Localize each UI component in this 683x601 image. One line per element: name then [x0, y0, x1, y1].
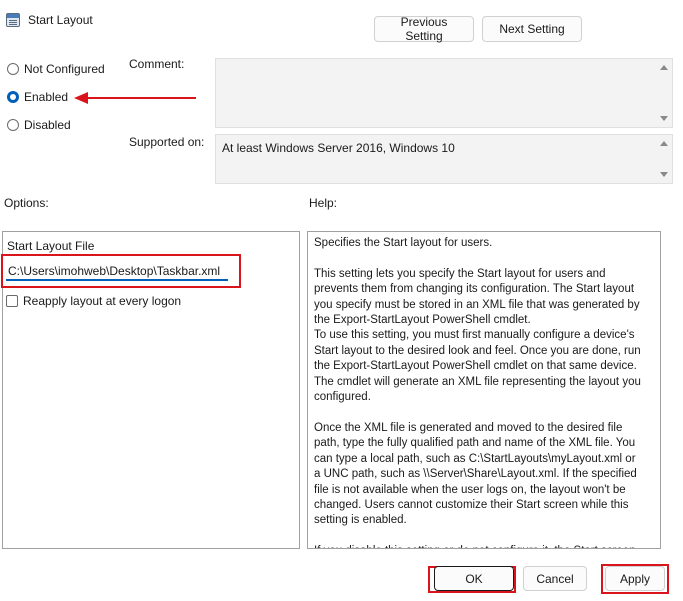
policy-icon — [6, 13, 20, 27]
next-setting-button[interactable]: Next Setting — [482, 16, 582, 42]
comment-textarea[interactable] — [215, 58, 673, 128]
radio-disabled[interactable]: Disabled — [7, 118, 71, 132]
comment-label: Comment: — [129, 57, 185, 71]
help-panel[interactable]: Specifies the Start layout for users. Th… — [307, 231, 661, 549]
start-layout-file-label: Start Layout File — [7, 239, 95, 253]
scroll-up-icon[interactable] — [660, 141, 668, 146]
cancel-button[interactable]: Cancel — [523, 566, 587, 591]
comment-scrollbar[interactable] — [656, 59, 672, 127]
supported-scrollbar[interactable] — [656, 135, 672, 183]
radio-indicator[interactable] — [7, 91, 19, 103]
radio-label: Enabled — [24, 90, 69, 104]
window-title: Start Layout — [28, 13, 93, 27]
apply-button[interactable]: Apply — [605, 566, 665, 591]
radio-enabled[interactable]: Enabled — [7, 90, 68, 104]
checkbox-box[interactable] — [6, 295, 18, 307]
reapply-layout-checkbox[interactable]: Reapply layout at every logon — [6, 294, 181, 308]
radio-label: Not Configured — [24, 62, 105, 76]
help-text: Specifies the Start layout for users. Th… — [314, 237, 641, 548]
radio-not-configured[interactable]: Not Configured — [7, 62, 105, 76]
scroll-up-icon[interactable] — [660, 65, 668, 70]
radio-indicator[interactable] — [7, 119, 19, 131]
scroll-down-icon[interactable] — [660, 172, 668, 177]
start-layout-file-input[interactable]: C:\Users\imohweb\Desktop\Taskbar.xml — [6, 263, 228, 281]
supported-on-label: Supported on: — [129, 135, 205, 149]
annotation-arrow — [74, 92, 196, 104]
radio-label: Disabled — [24, 118, 71, 132]
previous-setting-button[interactable]: Previous Setting — [374, 15, 474, 43]
options-header: Options: — [4, 196, 49, 210]
supported-on-box: At least Windows Server 2016, Windows 10 — [215, 134, 673, 184]
help-header: Help: — [309, 196, 338, 210]
ok-button[interactable]: OK — [434, 566, 514, 591]
supported-on-value: At least Windows Server 2016, Windows 10 — [222, 141, 455, 155]
scroll-down-icon[interactable] — [660, 116, 668, 121]
radio-indicator[interactable] — [7, 63, 19, 75]
checkbox-label: Reapply layout at every logon — [23, 294, 182, 308]
